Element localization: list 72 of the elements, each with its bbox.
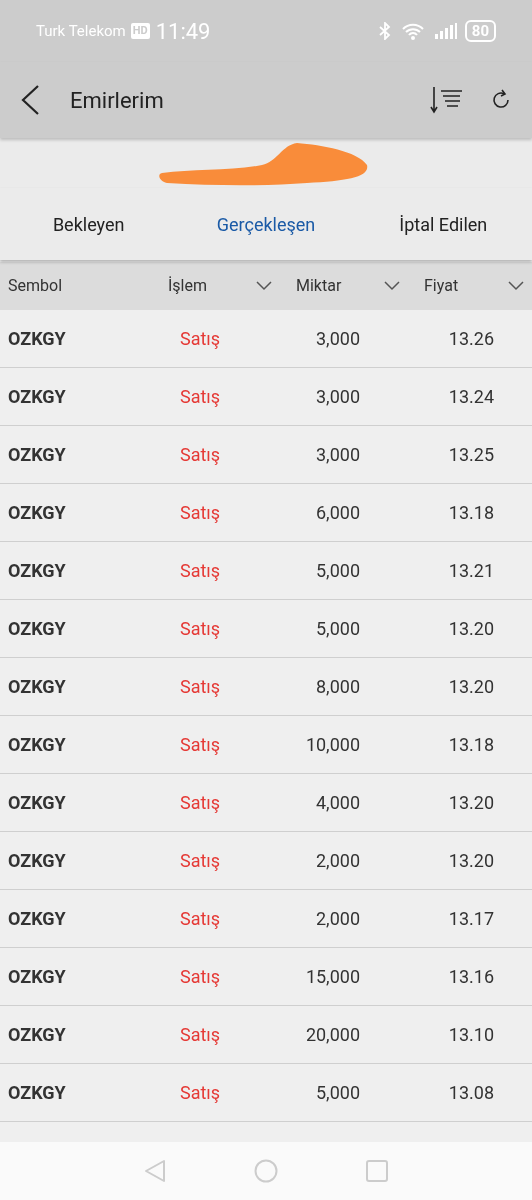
column-header: Fiyat [424,275,459,297]
table-cell-text: OZKGY [7,1081,66,1105]
refresh-icon[interactable] [490,89,512,111]
signal-icon [434,23,457,39]
table-cell-text: OZKGY [7,675,66,699]
chevron-down-icon [256,281,272,291]
table-cell-text: 13.08 [448,1081,495,1105]
table-cell-text: Satış [179,327,221,351]
table-cell-text: OZKGY [7,907,66,931]
chevron-down-icon [384,281,400,291]
tab[interactable]: Bekleyen [0,188,178,260]
table-cell-text: 10,000 [305,733,361,757]
table-cell-text: 2,000 [316,907,361,931]
table-cell-text: 4,000 [316,791,361,815]
tab[interactable]: Gerçekleşen [177,188,355,260]
table-cell-text: 8,000 [316,675,361,699]
table-cell-text: OZKGY [7,501,66,525]
table-cell-text: 13.16 [448,965,495,989]
table-cell-text: 3,000 [316,385,361,409]
table-cell-text: 5,000 [316,617,361,641]
table-cell-text: Satış [179,849,221,873]
table-cell-text: OZKGY [7,385,66,409]
table-cell-text: OZKGY [7,1023,66,1047]
table-cell-text: Satış [179,559,221,583]
table-cell-text: 15,000 [305,965,361,989]
table-cell-text: OZKGY [7,327,66,351]
table-cell-text: OZKGY [7,559,66,583]
table-cell-text: 13.20 [448,675,495,699]
table-cell-text: Satış [179,1081,221,1105]
column-header: Miktar [296,275,342,297]
table-cell-text: 5,000 [316,1081,361,1105]
table-cell-text: Satış [179,675,221,699]
page-title: Emirlerim [70,86,164,115]
table-cell-text: Satış [179,733,221,757]
table-cell-text: Satış [179,791,221,815]
table-cell-text: OZKGY [7,849,66,873]
bluetooth-icon [378,22,391,40]
table-cell-text: 3,000 [316,443,361,467]
tab[interactable]: İptal Edilen [354,188,532,260]
table-cell-text: Satış [179,443,221,467]
table-cell-text: 13.21 [448,559,495,583]
table-cell-text: 5,000 [316,559,361,583]
table-cell-text: 13.20 [448,617,495,641]
table-cell-text: OZKGY [7,733,66,757]
table-cell-text: 13.26 [448,327,495,351]
table-cell-text: OZKGY [7,965,66,989]
table-cell-text: 20,000 [305,1023,361,1047]
table-cell-text: 13.17 [448,907,495,931]
column-header: İşlem [168,275,207,297]
table-cell-text: Satış [179,385,221,409]
table-cell-text: 13.24 [448,385,495,409]
table-cell-text: Satış [179,501,221,525]
table-cell-text: Satış [179,617,221,641]
table-cell-text: 13.20 [448,791,495,815]
table-cell-text: Satış [179,907,221,931]
table-cell-text: OZKGY [7,791,66,815]
table-cell-text: 13.25 [448,443,495,467]
table-cell-text: 13.18 [448,733,495,757]
chevron-down-icon [508,281,524,291]
table-cell-text: 13.20 [448,849,495,873]
table-cell-text: OZKGY [7,443,66,467]
table-cell-text: Satış [179,1023,221,1047]
table-cell-text: 6,000 [316,501,361,525]
wifi-icon [400,22,425,40]
table-cell-text: 13.18 [448,501,495,525]
table-cell-text: OZKGY [7,617,66,641]
table-cell-text: 13.10 [448,1023,495,1047]
table-cell-text: Satış [179,965,221,989]
column-header: Sembol [8,275,62,297]
sort-icon[interactable] [430,85,464,115]
table-cell-text: 2,000 [316,849,361,873]
table-cell-text: 3,000 [316,327,361,351]
